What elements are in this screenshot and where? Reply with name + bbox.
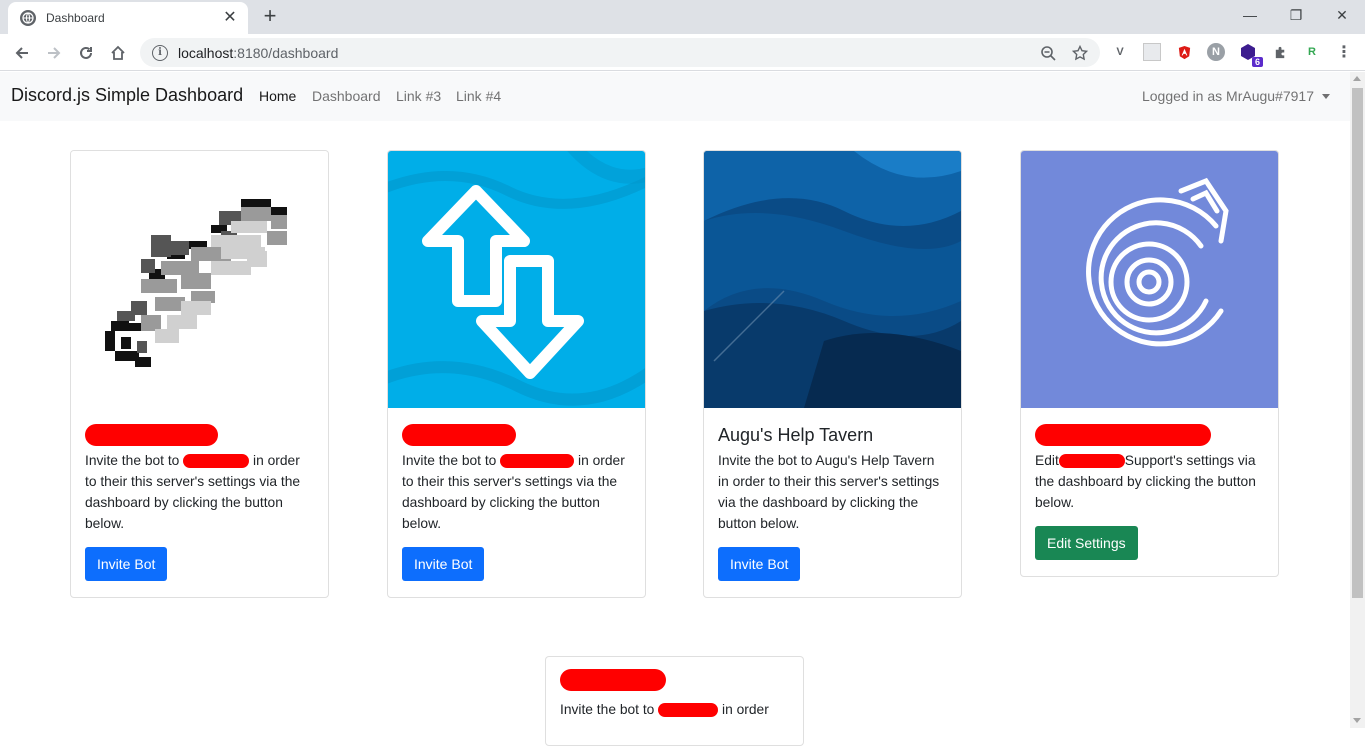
nav-link-4[interactable]: Link #4: [456, 88, 501, 104]
card-text: Invite the bot to Augu's Help Tavern in …: [718, 453, 940, 531]
zoom-out-icon: [1041, 45, 1056, 61]
restore-button[interactable]: ❐: [1273, 0, 1319, 30]
redacted-inline: [1058, 454, 1125, 469]
card-text: Invite the bot to in order to their this…: [402, 453, 625, 531]
star-icon: [1072, 44, 1088, 60]
browser-toolbar: i localhost:8180/dashboard V N 6 R ⋮: [0, 34, 1365, 71]
card-title: Augu's Help Tavern: [718, 424, 874, 445]
minimize-button[interactable]: —: [1227, 0, 1273, 30]
tab-title: Dashboard: [46, 11, 105, 25]
back-button[interactable]: [9, 40, 35, 66]
angular-icon[interactable]: [1175, 43, 1193, 61]
browser-tab[interactable]: Dashboard ✕: [8, 2, 248, 34]
scrollbar-thumb[interactable]: [1352, 88, 1363, 598]
home-button[interactable]: [105, 40, 131, 66]
home-icon: [111, 45, 125, 60]
redacted-inline: [500, 454, 575, 469]
puzzle-icon[interactable]: [1271, 43, 1289, 61]
server-card: Invite the bot to in order to their this…: [387, 150, 646, 598]
nav-link-dashboard[interactable]: Dashboard: [312, 88, 381, 104]
user-dropdown[interactable]: Logged in as MrAugu#7917: [1142, 88, 1330, 104]
forward-button[interactable]: [41, 40, 67, 66]
scroll-down-icon[interactable]: [1353, 718, 1361, 723]
discord-vinyl-image: [1021, 151, 1278, 408]
card-text: Invite the bot to in order: [560, 702, 769, 718]
zoom-button[interactable]: [1036, 38, 1060, 67]
edit-settings-button[interactable]: Edit Settings: [1035, 526, 1138, 560]
user-dropdown-label: Logged in as MrAugu#7917: [1141, 88, 1314, 104]
server-card: Augu's Help Tavern Invite the bot to Aug…: [703, 150, 962, 598]
bookmark-button[interactable]: [1068, 38, 1092, 67]
reload-button[interactable]: [73, 40, 99, 66]
kebab-menu-icon[interactable]: ⋮: [1335, 43, 1353, 61]
redacted-inline: [658, 703, 719, 718]
reload-icon: [80, 46, 92, 59]
nav-link-3[interactable]: Link #3: [396, 88, 441, 104]
address-bar[interactable]: i localhost:8180/dashboard: [140, 38, 1100, 67]
redacted-server-name: [402, 424, 516, 446]
site-navbar: Discord.js Simple Dashboard Home Dashboa…: [0, 72, 1350, 121]
server-card: Invite the bot to in order: [545, 656, 804, 746]
new-tab-button[interactable]: +: [258, 5, 282, 29]
info-icon[interactable]: i: [152, 44, 168, 61]
redacted-server-name: [85, 424, 218, 446]
badge-extension-icon[interactable]: 6: [1239, 43, 1263, 67]
window-close-button[interactable]: ✕: [1319, 0, 1365, 30]
nav-link-home[interactable]: Home: [259, 88, 296, 104]
redacted-server-name: [1035, 424, 1211, 446]
redacted-server-name: [560, 669, 666, 691]
tab-close-icon[interactable]: ✕: [222, 10, 238, 26]
blue-waves-image: [704, 151, 961, 408]
vimium-icon[interactable]: V: [1111, 43, 1129, 61]
globe-icon: [20, 10, 36, 26]
redacted-inline: [183, 454, 250, 469]
scroll-up-icon[interactable]: [1353, 76, 1361, 81]
navbar-brand[interactable]: Discord.js Simple Dashboard: [11, 85, 243, 106]
arrow-right-icon: [48, 47, 61, 59]
url-host: localhost: [178, 44, 234, 61]
server-card: Edit Support's settings via the dashboard…: [1020, 150, 1279, 577]
url-path: :8180/dashboard: [233, 44, 339, 61]
n-extension-icon[interactable]: N: [1207, 43, 1225, 61]
card-text: Edit Support's settings via the dashboard…: [1035, 453, 1256, 510]
card-text: Invite the bot to in order to their this…: [85, 453, 301, 531]
up-down-arrows-image: [388, 151, 645, 408]
browser-tabstrip: Dashboard ✕ + — ❐ ✕: [0, 0, 1365, 34]
grid-extension-icon[interactable]: [1143, 43, 1161, 61]
arrow-left-icon: [15, 47, 28, 59]
caret-down-icon: [1322, 93, 1330, 99]
invite-bot-button[interactable]: Invite Bot: [718, 547, 801, 581]
pixel-scroll-image: [71, 151, 328, 408]
server-card: Invite the bot to in order to their this…: [70, 150, 329, 598]
invite-bot-button[interactable]: Invite Bot: [402, 547, 485, 581]
invite-bot-button[interactable]: Invite Bot: [85, 547, 168, 581]
r-extension-icon[interactable]: R: [1303, 43, 1321, 61]
